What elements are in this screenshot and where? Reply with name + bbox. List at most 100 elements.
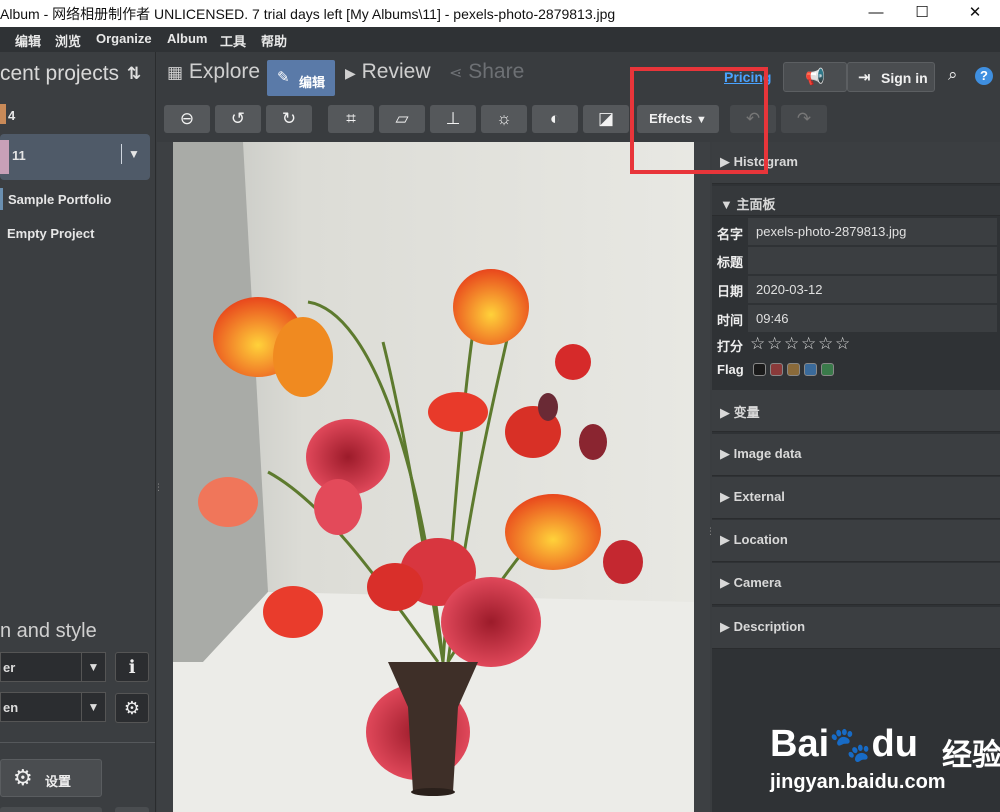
- menu-browse[interactable]: 浏览: [55, 31, 81, 50]
- brightness-button[interactable]: ☼: [481, 105, 527, 133]
- search-icon[interactable]: ⌕: [948, 65, 958, 85]
- login-icon: ⇥: [858, 69, 871, 86]
- redo-button[interactable]: ↷: [781, 105, 827, 133]
- chevron-down-icon[interactable]: ▼: [81, 653, 105, 681]
- project-label: Sample Portfolio: [8, 192, 112, 207]
- minimize-button[interactable]: —: [853, 0, 899, 27]
- flag-swatch-green[interactable]: [821, 363, 834, 376]
- info-icon: ℹ: [128, 657, 136, 677]
- rating-star-6[interactable]: ☆: [835, 334, 850, 354]
- announcements-button[interactable]: 📢: [783, 62, 847, 92]
- play-icon: ▶: [345, 65, 356, 81]
- project-item-4[interactable]: 4: [0, 100, 150, 128]
- rotate-left-button[interactable]: ↺: [215, 105, 261, 133]
- megaphone-icon: 📢: [805, 69, 825, 86]
- settings-button[interactable]: ⚙ 设置: [0, 759, 102, 797]
- sign-in-button[interactable]: ⇥ Sign in: [847, 62, 935, 92]
- tab-label: Explore: [188, 60, 261, 83]
- variables-section[interactable]: ▶ 变量: [712, 390, 1000, 432]
- help-icon[interactable]: ?: [975, 67, 993, 85]
- section-label: Location: [733, 532, 788, 547]
- rating-star-2[interactable]: ☆: [767, 334, 782, 354]
- info-panel: ▶ Histogram ▼ 主面板 名字 pexels-photo-287981…: [712, 142, 1000, 812]
- straighten-icon: ▱: [395, 109, 409, 128]
- chevron-down-icon[interactable]: ▼: [128, 147, 140, 161]
- location-section[interactable]: ▶ Location: [712, 520, 1000, 562]
- name-field[interactable]: pexels-photo-2879813.jpg: [748, 218, 997, 245]
- menu-album[interactable]: Album: [167, 31, 207, 46]
- flag-swatch-yellow[interactable]: [787, 363, 800, 376]
- chevron-down-icon[interactable]: ▼: [81, 693, 105, 721]
- menu-help[interactable]: 帮助: [261, 31, 287, 50]
- project-item-11[interactable]: 11 ▼: [0, 134, 150, 180]
- title-field[interactable]: [748, 247, 997, 274]
- edit-toolbar: ⊖ ↺ ↻ ⌗ ▱ ⊥ ☼ ◐ ◪ Effects ▼ ↶ ↷: [157, 98, 1000, 142]
- photo-preview: [173, 142, 694, 812]
- section-label: Image data: [733, 446, 802, 461]
- project-thumb: [0, 140, 9, 174]
- divider: [121, 144, 122, 164]
- camera-section[interactable]: ▶ Camera: [712, 563, 1000, 605]
- camera-header: ▶ Camera: [720, 575, 782, 590]
- highlight-box: [630, 67, 768, 174]
- straighten-button[interactable]: ▱: [379, 105, 425, 133]
- title-label: 标题: [717, 255, 744, 270]
- rating-star-5[interactable]: ☆: [818, 334, 833, 354]
- style-select-2[interactable]: en ▼: [0, 692, 106, 722]
- resize-handle-icon[interactable]: ⋮: [154, 482, 163, 493]
- section-label: Camera: [733, 575, 782, 590]
- contrast-button[interactable]: ◐: [532, 105, 578, 133]
- menu-edit[interactable]: 编辑: [15, 31, 41, 50]
- maximize-button[interactable]: ☐: [899, 0, 945, 27]
- minus-circle-icon: ⊖: [179, 109, 195, 128]
- rotate-right-button[interactable]: ↻: [266, 105, 312, 133]
- section-label: 主面板: [736, 197, 776, 212]
- flag-swatch-red[interactable]: [770, 363, 783, 376]
- rating-star-4[interactable]: ☆: [801, 334, 816, 354]
- close-button[interactable]: ✕: [952, 0, 998, 27]
- image-data-section[interactable]: ▶ Image data: [712, 434, 1000, 476]
- crop-button[interactable]: ⌗: [328, 105, 374, 133]
- flower-photo: [173, 142, 694, 812]
- sort-icon[interactable]: ⇅: [127, 64, 141, 84]
- project-label: 11: [12, 148, 26, 163]
- time-field[interactable]: 09:46: [748, 305, 997, 332]
- project-item-sample-portfolio[interactable]: Sample Portfolio: [0, 186, 150, 214]
- share-icon: ⋖: [449, 65, 463, 82]
- style-settings-button[interactable]: ⚙: [115, 693, 149, 723]
- design-style-title: n and style: [0, 620, 97, 642]
- flag-swatch-black[interactable]: [753, 363, 766, 376]
- zoom-out-button[interactable]: ⊖: [164, 105, 210, 133]
- description-section[interactable]: ▶ Description: [712, 607, 1000, 649]
- window-titlebar: Album - 网络相册制作者 UNLICENSED. 7 trial days…: [0, 0, 1000, 27]
- external-section[interactable]: ▶ External: [712, 477, 1000, 519]
- main-panel-section[interactable]: ▼ 主面板: [712, 186, 1000, 216]
- menu-tools[interactable]: 工具: [220, 31, 246, 50]
- exposure-button[interactable]: ◪: [583, 105, 629, 133]
- pencil-icon: ✎: [277, 69, 290, 86]
- image-canvas[interactable]: ⋮ ⋮: [154, 142, 715, 812]
- tab-edit[interactable]: ✎ 编辑: [267, 60, 335, 96]
- style-select-1[interactable]: er ▼: [0, 652, 106, 682]
- project-item-empty-project[interactable]: Empty Project: [0, 222, 150, 246]
- watermark-url: jingyan.baidu.com: [770, 771, 946, 793]
- project-thumb: [0, 188, 3, 210]
- info-button[interactable]: ℹ: [115, 652, 149, 682]
- tab-explore[interactable]: ▦ Explore: [167, 60, 260, 84]
- tab-review[interactable]: ▶ Review: [345, 60, 430, 84]
- sign-in-label: Sign in: [881, 70, 928, 86]
- flag-swatch-blue[interactable]: [804, 363, 817, 376]
- left-panel: cent projects ⇅ 4 11 ▼ Sample Portfolio …: [0, 52, 156, 812]
- rating-star-1[interactable]: ☆: [750, 334, 765, 354]
- paw-icon: 🐾: [829, 726, 872, 764]
- section-label: External: [733, 489, 785, 504]
- date-field[interactable]: 2020-03-12: [748, 276, 997, 303]
- rating-star-3[interactable]: ☆: [784, 334, 799, 354]
- tab-share[interactable]: ⋖ Share: [449, 60, 524, 84]
- next-button-edge: [0, 807, 102, 812]
- level-button[interactable]: ⊥: [430, 105, 476, 133]
- location-header: ▶ Location: [720, 532, 788, 547]
- project-label: Empty Project: [7, 226, 95, 241]
- section-label: Description: [733, 619, 806, 634]
- menu-organize[interactable]: Organize: [96, 31, 152, 46]
